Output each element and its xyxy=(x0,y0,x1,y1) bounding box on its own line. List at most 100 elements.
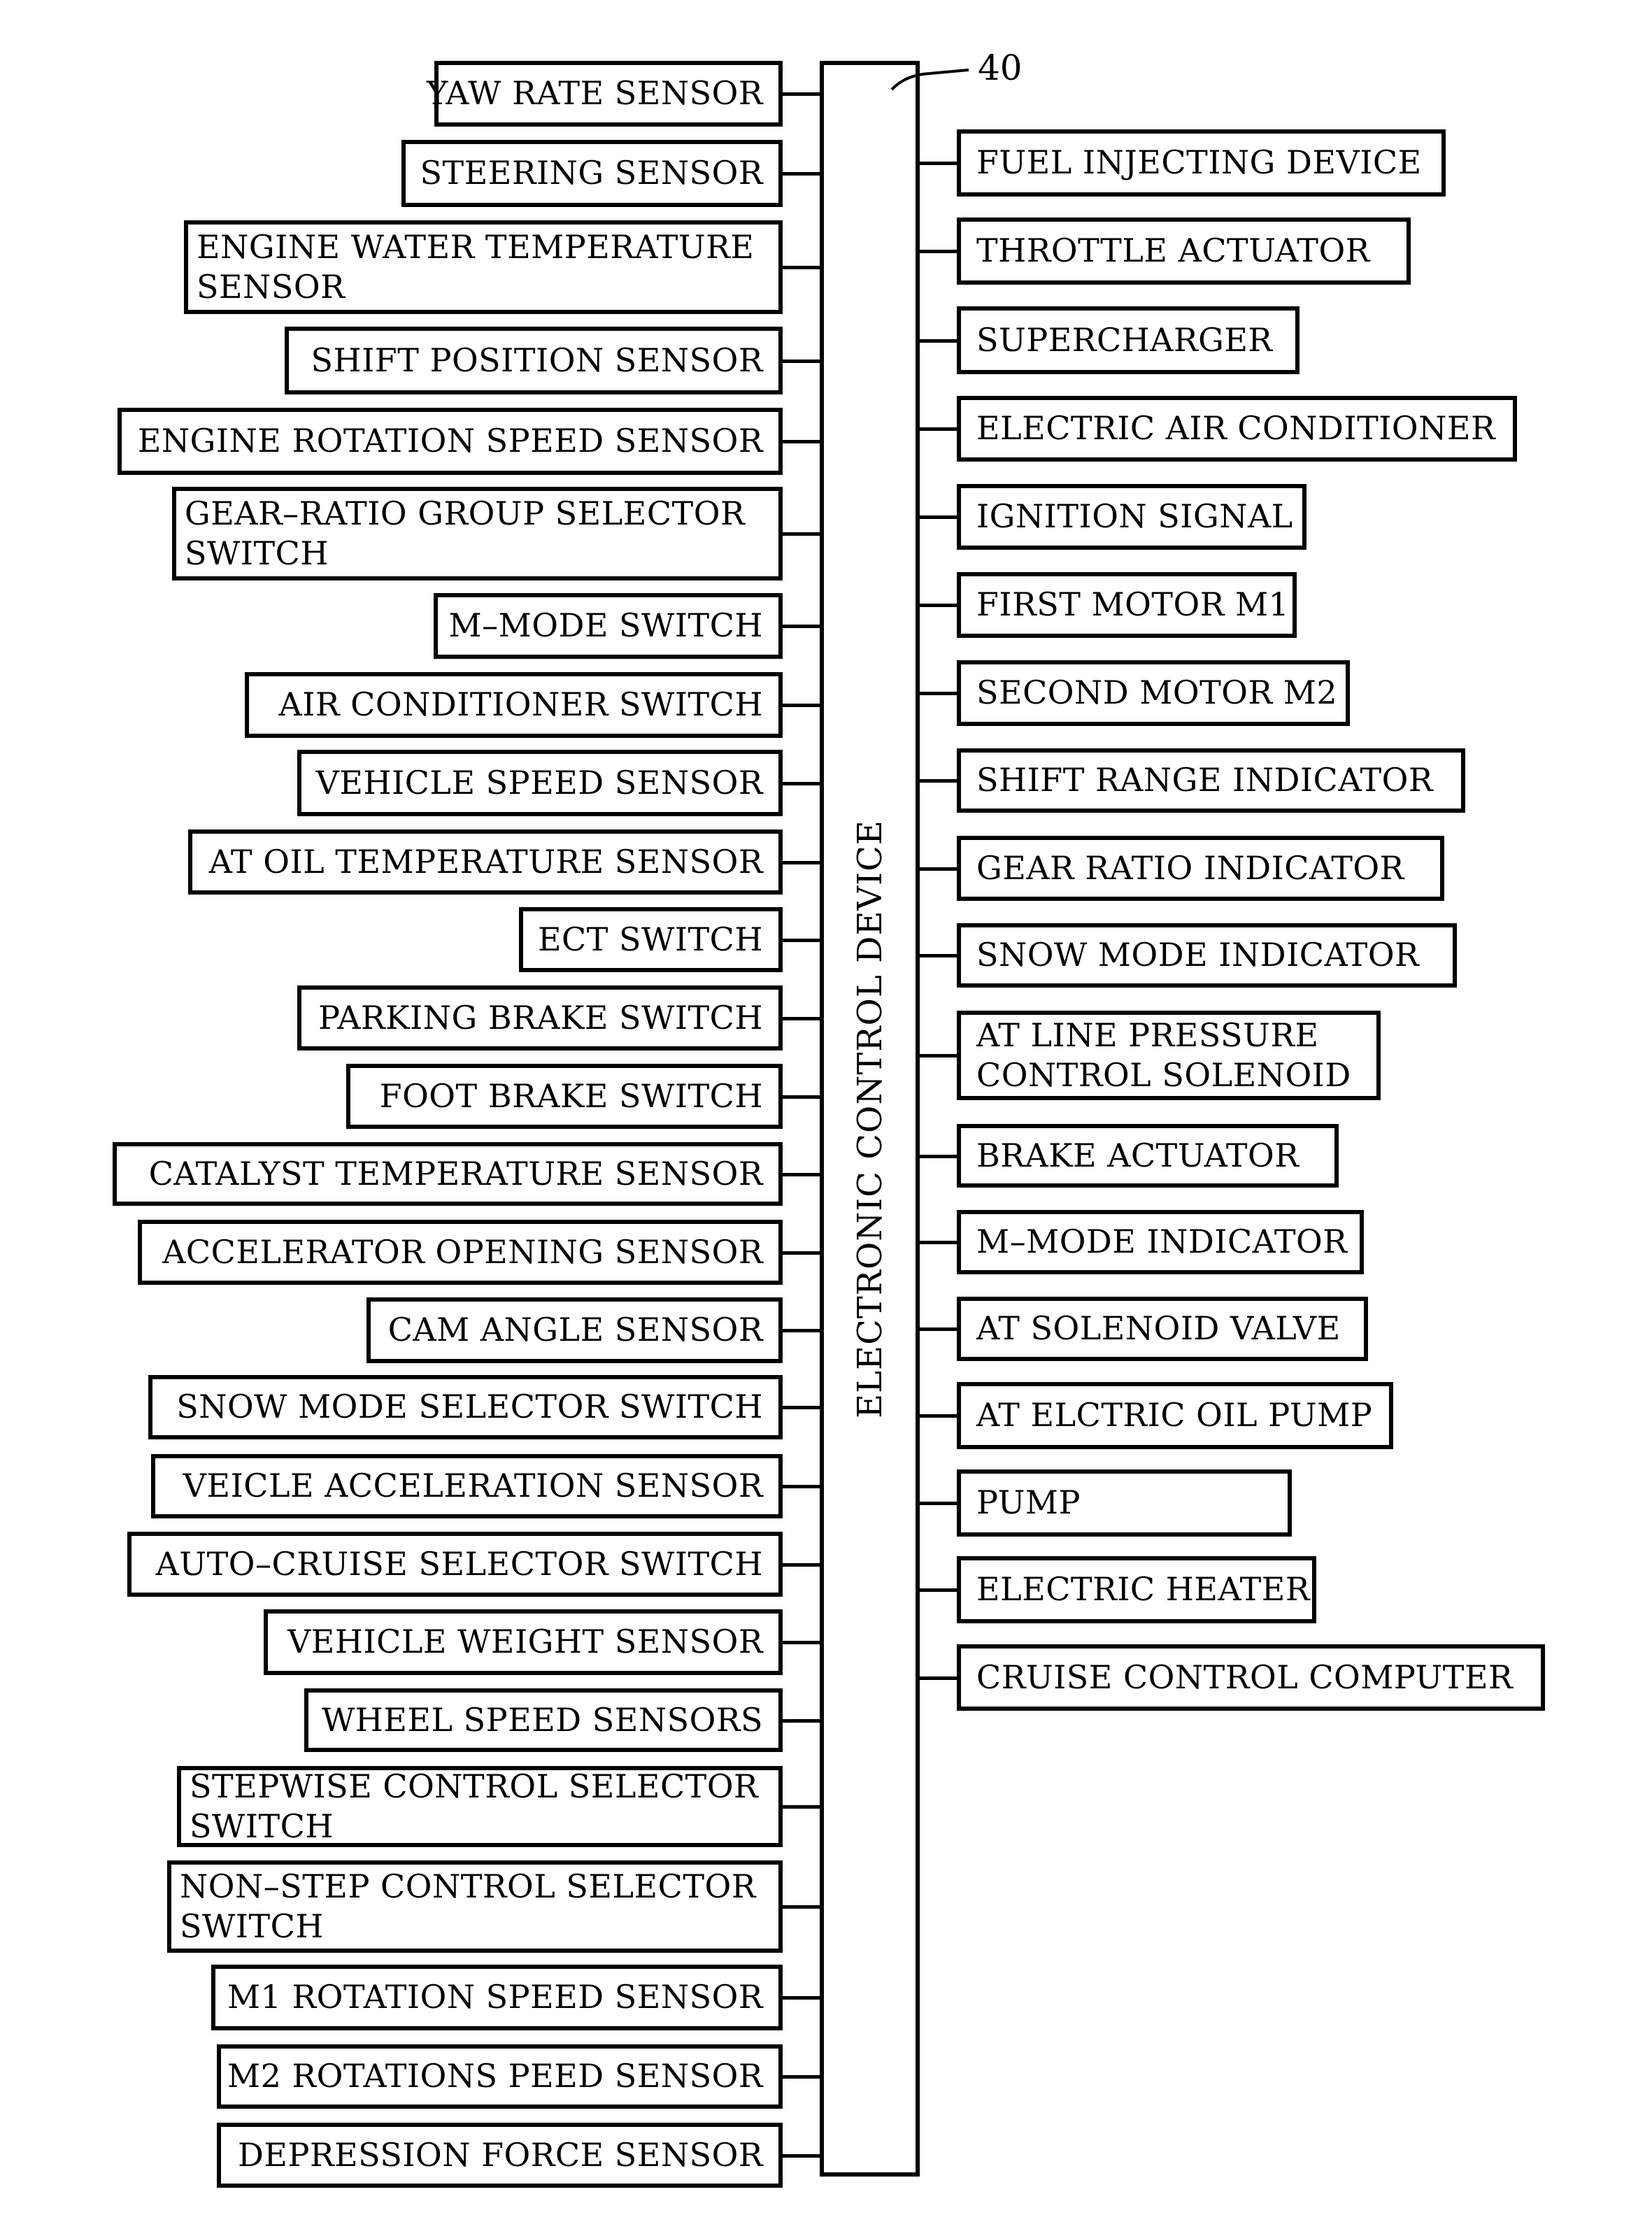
output-box-electric-air-conditioner: ELECTRIC AIR CONDITIONER xyxy=(957,396,1517,462)
output-box-brake-actuator: BRAKE ACTUATOR xyxy=(957,1124,1339,1188)
input-box-vehicle-speed-sensor: VEHICLE SPEED SENSOR xyxy=(297,750,783,816)
box-label: THROTTLE ACTUATOR xyxy=(976,232,1370,270)
connector-line xyxy=(783,1905,822,1909)
box-label: STEERING SENSOR xyxy=(420,154,763,192)
box-label: AT ELCTRIC OIL PUMP xyxy=(976,1396,1373,1434)
box-label: PUMP xyxy=(976,1483,1081,1522)
box-label-line: CONTROL SOLENOID xyxy=(976,1056,1351,1094)
connector-line xyxy=(783,1719,822,1723)
input-box-catalyst-temperature-sensor: CATALYST TEMPERATURE SENSOR xyxy=(113,1142,783,1206)
reference-numeral-label: 40 xyxy=(978,48,1023,88)
output-box-throttle-actuator: THROTTLE ACTUATOR xyxy=(957,218,1411,285)
box-label: M–MODE INDICATOR xyxy=(976,1223,1348,1261)
box-label: CRUISE CONTROL COMPUTER xyxy=(976,1658,1514,1696)
connector-line xyxy=(783,532,822,536)
input-box-yaw-rate-sensor: YAW RATE SENSOR xyxy=(427,61,783,127)
input-box-auto-cruise-selector-switch: AUTO–CRUISE SELECTOR SWITCH xyxy=(127,1532,783,1597)
input-box-wheel-speed-sensors: WHEEL SPEED SENSORS xyxy=(304,1688,783,1752)
input-box-air-conditioner-switch: AIR CONDITIONER SWITCH xyxy=(245,672,783,738)
connector-line xyxy=(783,1329,822,1332)
input-box-shift-position-sensor: SHIFT POSITION SENSOR xyxy=(285,327,783,394)
box-label: FUEL INJECTING DEVICE xyxy=(976,143,1422,182)
box-label: AUTO–CRUISE SELECTOR SWITCH xyxy=(155,1544,763,1583)
box-label: IGNITION SIGNAL xyxy=(976,497,1293,536)
connector-line xyxy=(783,172,822,176)
box-label: SNOW MODE INDICATOR xyxy=(976,936,1420,974)
box-label: M2 ROTATIONS PEED SENSOR xyxy=(227,2057,763,2095)
box-label-line: SWITCH xyxy=(185,534,329,572)
output-box-electric-heater: ELECTRIC HEATER xyxy=(957,1556,1316,1623)
box-label: ENGINE ROTATION SPEED SENSOR xyxy=(137,422,763,460)
box-label-line: AT LINE PRESSURE xyxy=(976,1016,1319,1054)
box-label: ACCELERATOR OPENING SENSOR xyxy=(162,1232,763,1271)
connector-line xyxy=(783,92,822,96)
connector-line xyxy=(918,1155,957,1158)
box-label: CAM ANGLE SENSOR xyxy=(387,1311,763,1349)
input-box-stepwise-control-selector-switch: STEPWISE CONTROL SELECTOR SWITCH xyxy=(177,1766,783,1847)
connector-line xyxy=(918,867,957,871)
input-box-steering-sensor: STEERING SENSOR xyxy=(401,140,783,207)
output-box-m-mode-indicator: M–MODE INDICATOR xyxy=(957,1210,1364,1274)
connector-line xyxy=(783,1485,822,1488)
box-label: SHIFT POSITION SENSOR xyxy=(311,341,763,379)
box-label: SUPERCHARGER xyxy=(976,320,1273,359)
connector-line xyxy=(783,1641,822,1644)
connector-line xyxy=(918,692,957,695)
input-box-cam-angle-sensor: CAM ANGLE SENSOR xyxy=(366,1297,783,1363)
output-box-at-elctric-oil-pump: AT ELCTRIC OIL PUMP xyxy=(957,1382,1393,1449)
box-label-line: ENGINE WATER TEMPERATURE xyxy=(197,227,755,266)
connector-line xyxy=(918,779,957,783)
input-box-engine-rotation-speed-sensor: ENGINE ROTATION SPEED SENSOR xyxy=(118,408,783,475)
connector-line xyxy=(918,1588,957,1592)
connector-line xyxy=(783,1251,822,1255)
connector-line xyxy=(783,1406,822,1409)
input-box-parking-brake-switch: PARKING BRAKE SWITCH xyxy=(297,985,783,1051)
box-label: BRAKE ACTUATOR xyxy=(976,1136,1299,1174)
connector-line xyxy=(918,1241,957,1244)
input-box-non-step-control-selector-switch: NON–STEP CONTROL SELECTOR SWITCH xyxy=(167,1860,783,1953)
connector-line xyxy=(918,1054,957,1058)
box-label: ELECTRIC HEATER xyxy=(976,1570,1311,1609)
box-label: M1 ROTATION SPEED SENSOR xyxy=(227,1978,763,2016)
box-label: VEHICLE SPEED SENSOR xyxy=(315,763,763,802)
input-box-vehicle-weight-sensor: VEHICLE WEIGHT SENSOR xyxy=(264,1609,783,1675)
box-label: SECOND MOTOR M2 xyxy=(976,674,1338,712)
box-label: FIRST MOTOR M1 xyxy=(976,585,1290,624)
box-label: VEHICLE WEIGHT SENSOR xyxy=(287,1623,763,1661)
output-box-ignition-signal: IGNITION SIGNAL xyxy=(957,484,1306,550)
connector-line xyxy=(783,1173,822,1176)
box-label: AT OIL TEMPERATURE SENSOR xyxy=(208,842,763,881)
box-label: VEICLE ACCELERATION SENSOR xyxy=(183,1467,763,1505)
box-label-line: STEPWISE CONTROL SELECTOR xyxy=(190,1767,759,1805)
electronic-control-device-block: ELECTRONIC CONTROL DEVICE xyxy=(820,61,920,2177)
connector-line xyxy=(783,861,822,864)
box-label: SHIFT RANGE INDICATOR xyxy=(976,761,1433,799)
connector-line xyxy=(783,2154,822,2158)
output-box-at-line-pressure-control-solenoid: AT LINE PRESSURE CONTROL SOLENOID xyxy=(957,1011,1381,1100)
connector-line xyxy=(918,1502,957,1505)
box-label-line: SWITCH xyxy=(190,1807,334,1845)
connector-line xyxy=(783,1017,822,1020)
input-box-depression-force-sensor: DEPRESSION FORCE SENSOR xyxy=(217,2123,783,2188)
connector-line xyxy=(783,359,822,363)
electronic-control-device-label: ELECTRONIC CONTROL DEVICE xyxy=(850,819,890,1418)
input-box-accelerator-opening-sensor: ACCELERATOR OPENING SENSOR xyxy=(138,1220,783,1285)
output-box-second-motor-m2: SECOND MOTOR M2 xyxy=(957,660,1350,726)
connector-line xyxy=(783,266,822,269)
connector-line xyxy=(918,954,957,957)
input-box-veicle-acceleration-sensor: VEICLE ACCELERATION SENSOR xyxy=(151,1454,783,1518)
input-box-at-oil-temperature-sensor: AT OIL TEMPERATURE SENSOR xyxy=(188,829,783,895)
input-box-snow-mode-selector-switch: SNOW MODE SELECTOR SWITCH xyxy=(148,1375,783,1439)
connector-line xyxy=(783,440,822,443)
box-label: AT SOLENOID VALVE xyxy=(976,1309,1341,1348)
box-label: GEAR RATIO INDICATOR xyxy=(976,848,1404,887)
connector-line xyxy=(918,427,957,431)
output-box-supercharger: SUPERCHARGER xyxy=(957,306,1299,374)
box-label-line: GEAR–RATIO GROUP SELECTOR xyxy=(185,494,746,532)
connector-line xyxy=(783,625,822,628)
box-label: WHEEL SPEED SENSORS xyxy=(321,1700,763,1739)
output-box-fuel-injecting-device: FUEL INJECTING DEVICE xyxy=(957,129,1446,197)
output-box-at-solenoid-valve: AT SOLENOID VALVE xyxy=(957,1297,1368,1361)
box-label: CATALYST TEMPERATURE SENSOR xyxy=(148,1154,763,1192)
box-label: ECT SWITCH xyxy=(537,920,763,958)
